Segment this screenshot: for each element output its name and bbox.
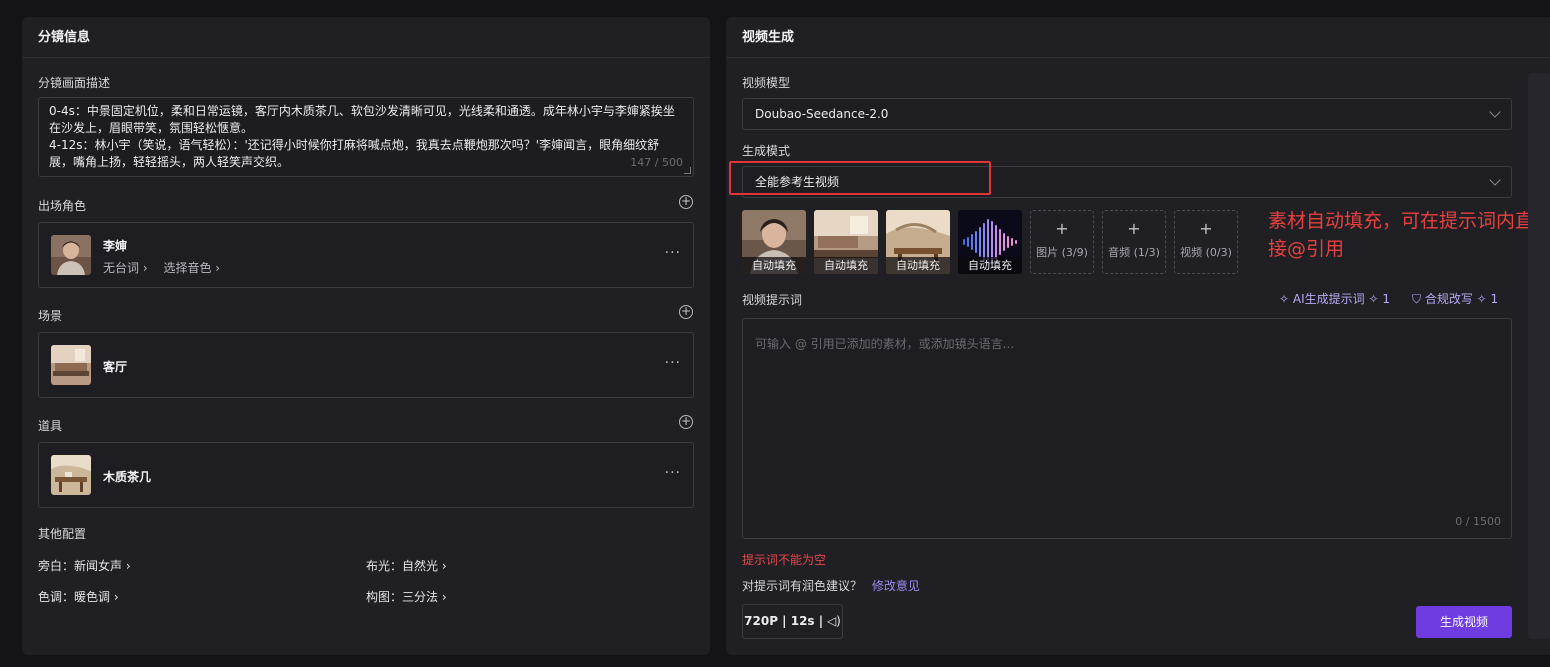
video-panel-title: 视频生成 (726, 17, 1550, 58)
add-image-label: 图片 (3/9) (1036, 246, 1088, 259)
narration-value: 旁白：新闻女声 (38, 559, 123, 573)
narration-setting[interactable]: 旁白：新闻女声 › (38, 557, 131, 574)
asset-living-room[interactable]: 自动填充 (814, 210, 878, 274)
ai-generate-prompt-button[interactable]: ✧ AI生成提示词 ✧ 1 (1279, 290, 1390, 307)
compliance-label: 合规改写 (1424, 292, 1473, 306)
mode-highlight-annotation (729, 161, 991, 195)
model-value: Doubao-Seedance-2.0 (755, 107, 889, 121)
scene-thumbnail (51, 345, 91, 385)
model-select[interactable]: Doubao-Seedance-2.0 (742, 98, 1512, 130)
plus-icon: + (1127, 219, 1141, 238)
desc-char-count: 147 / 500 (630, 156, 683, 169)
prompt-error: 提示词不能为空 (742, 553, 827, 567)
character-card[interactable]: 李婶 无台词 › 选择音色 › ··· (38, 222, 694, 288)
model-label: 视频模型 (742, 76, 791, 90)
asset-label: 自动填充 (814, 257, 878, 274)
scrollbar[interactable] (1528, 73, 1550, 639)
mode-label: 生成模式 (742, 144, 791, 158)
prompt-placeholder: 可输入 @ 引用已添加的素材，或添加镜头语言... (755, 337, 1015, 351)
resize-handle-icon[interactable] (684, 167, 691, 174)
scene-label: 场景 (38, 309, 63, 323)
prop-name: 木质茶几 (103, 470, 152, 484)
chevron-right-icon: › (122, 559, 131, 573)
add-video-label: 视频 (0/3) (1180, 246, 1232, 259)
desc-label: 分镜画面描述 (38, 76, 111, 90)
compliance-rewrite-button[interactable]: ⛉ 合规改写 ✧ 1 (1412, 290, 1498, 307)
chevron-down-icon (1489, 174, 1501, 186)
suggestion-link[interactable]: 修改意见 (872, 579, 920, 593)
chevron-right-icon: › (438, 590, 447, 604)
prop-thumbnail (51, 455, 91, 495)
chevron-right-icon: › (110, 590, 119, 604)
asset-label: 自动填充 (742, 257, 806, 274)
tone-value: 色调：暖色调 (38, 590, 111, 604)
plus-icon: + (1199, 219, 1213, 238)
desc-text: 0-4s：中景固定机位，柔和日常运镜，客厅内木质茶几、软包沙发清晰可见，光线柔和… (49, 104, 675, 169)
credit-icon: ✧ (1476, 292, 1491, 306)
prop-more-icon[interactable]: ··· (665, 465, 681, 481)
shield-icon: ⛉ (1412, 292, 1425, 306)
credit-icon: ✧ (1368, 292, 1383, 306)
lighting-value: 布光：自然光 (366, 559, 439, 573)
asset-portrait[interactable]: 自动填充 (742, 210, 806, 274)
scene-name: 客厅 (103, 360, 128, 374)
annotation-text: 素材自动填充，可在提示词内直接@引用 (1268, 210, 1535, 260)
asset-audio-wave[interactable]: 自动填充 (958, 210, 1022, 274)
sparkle-icon: ✧ (1279, 292, 1293, 306)
prompt-char-count: 0 / 1500 (1455, 515, 1501, 528)
add-character-icon[interactable]: + (679, 195, 693, 209)
storyboard-panel: 分镜信息 分镜画面描述 0-4s：中景固定机位，柔和日常运镜，客厅内木质茶几、软… (22, 17, 710, 655)
storyboard-panel-title: 分镜信息 (22, 17, 710, 58)
add-video-button[interactable]: + 视频 (0/3) (1174, 210, 1238, 274)
chevron-down-icon (1489, 106, 1501, 118)
prompt-label: 视频提示词 (742, 293, 803, 307)
character-line-link[interactable]: 无台词 › 选择音色 › (103, 259, 220, 276)
scene-card[interactable]: 客厅 ··· (38, 332, 694, 398)
suggestion-row: 对提示词有润色建议？ 修改意见 (742, 577, 920, 594)
character-more-icon[interactable]: ··· (665, 245, 681, 261)
props-label: 道具 (38, 419, 63, 433)
characters-label: 出场角色 (38, 199, 87, 213)
speaker-icon: ◁) (823, 614, 841, 628)
add-prop-icon[interactable]: + (679, 415, 693, 429)
chevron-right-icon: › (438, 559, 447, 573)
ai-prompt-cost: 1 (1382, 292, 1390, 306)
quality-label: 720P | 12s | (744, 614, 824, 628)
asset-label: 自动填充 (958, 257, 1022, 274)
composition-setting[interactable]: 构图：三分法 › (366, 588, 447, 605)
character-name: 李婶 (103, 239, 128, 253)
ai-prompt-label: AI生成提示词 (1292, 292, 1365, 306)
prop-card[interactable]: 木质茶几 ··· (38, 442, 694, 508)
asset-tea-table[interactable]: 自动填充 (886, 210, 950, 274)
character-voice[interactable]: 选择音色 (163, 261, 211, 275)
quality-settings-button[interactable]: 720P | 12s | ◁) (742, 604, 843, 639)
compliance-cost: 1 (1490, 292, 1499, 306)
other-config-label: 其他配置 (38, 527, 87, 541)
character-avatar (51, 235, 91, 275)
chevron-right-icon: › (139, 261, 148, 275)
composition-value: 构图：三分法 (366, 590, 439, 604)
add-audio-label: 音频 (1/3) (1108, 246, 1160, 259)
asset-label: 自动填充 (886, 257, 950, 274)
tone-setting[interactable]: 色调：暖色调 › (38, 588, 119, 605)
scene-more-icon[interactable]: ··· (665, 355, 681, 371)
video-generation-panel: 视频生成 视频模型 Doubao-Seedance-2.0 生成模式 全能参考生… (726, 17, 1550, 655)
generate-video-button[interactable]: 生成视频 (1416, 606, 1512, 638)
character-line: 无台词 (103, 261, 140, 275)
chevron-right-icon: › (211, 261, 221, 275)
add-image-button[interactable]: + 图片 (3/9) (1030, 210, 1094, 274)
suggestion-question: 对提示词有润色建议？ (742, 579, 863, 593)
lighting-setting[interactable]: 布光：自然光 › (366, 557, 447, 574)
add-audio-button[interactable]: + 音频 (1/3) (1102, 210, 1166, 274)
add-scene-icon[interactable]: + (679, 305, 693, 319)
plus-icon: + (1055, 219, 1069, 238)
prompt-textarea[interactable]: 可输入 @ 引用已添加的素材，或添加镜头语言... 0 / 1500 (742, 318, 1512, 539)
desc-textarea[interactable]: 0-4s：中景固定机位，柔和日常运镜，客厅内木质茶几、软包沙发清晰可见，光线柔和… (38, 97, 694, 177)
